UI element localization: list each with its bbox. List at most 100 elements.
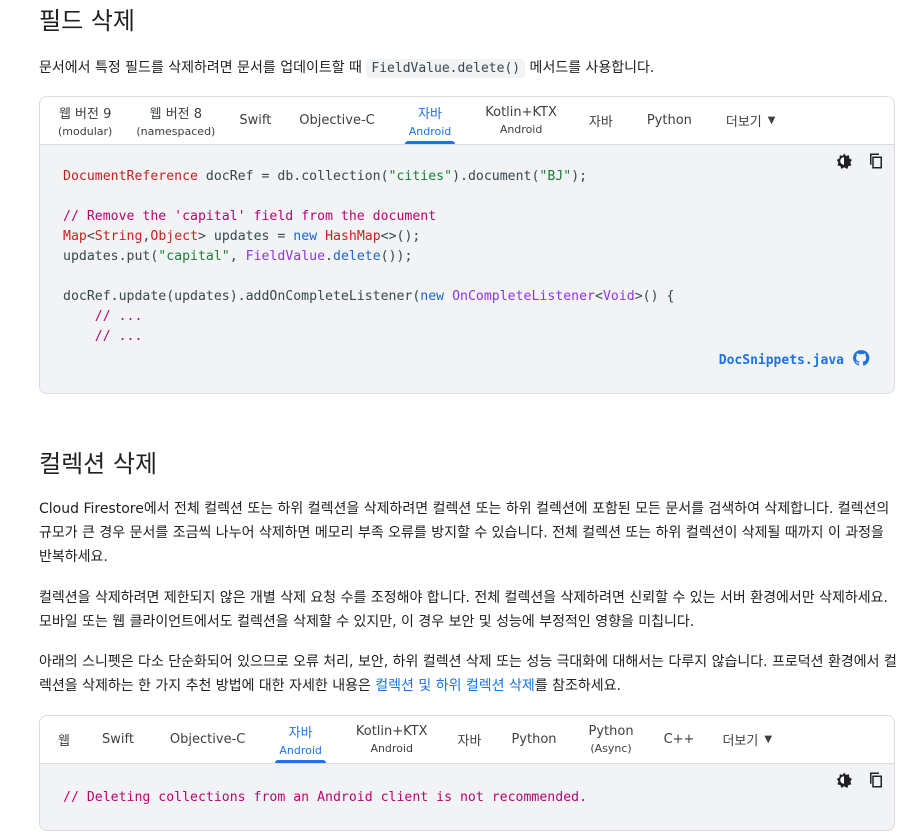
code-token: , bbox=[229, 249, 246, 264]
copy-icon[interactable] bbox=[866, 151, 886, 171]
code-token: "cities" bbox=[388, 169, 453, 184]
tab-label: 자바 bbox=[288, 726, 313, 741]
code-token: ()); bbox=[380, 249, 413, 264]
code-block: // Deleting collections from an Android … bbox=[40, 764, 894, 808]
description-text-end: 메서드를 사용합니다. bbox=[525, 60, 655, 76]
tab-sublabel: Android bbox=[370, 742, 413, 755]
tab-sublabel: Android bbox=[279, 744, 322, 757]
tab-web-v9[interactable]: 웹 버전 9 (modular) bbox=[46, 97, 124, 144]
source-file-link[interactable]: DocSnippets.java bbox=[719, 349, 870, 371]
tab-label: 자바 bbox=[588, 115, 613, 130]
tab-label: 웹 버전 8 bbox=[149, 107, 203, 122]
code-tools bbox=[834, 151, 886, 171]
tab-sublabel: Android bbox=[499, 123, 543, 136]
code-comment: // Deleting collections from an Android … bbox=[63, 790, 588, 805]
code-sample-delete-field: 웹 버전 9 (modular) 웹 버전 8 (namespaced) Swi… bbox=[39, 96, 895, 394]
code-token: HashMap bbox=[325, 229, 381, 244]
code-token: "capital" bbox=[158, 249, 230, 264]
code-token: Object bbox=[150, 229, 199, 244]
code-token: "BJ" bbox=[539, 169, 572, 184]
delete-field-description: 문서에서 특정 필드를 삭제하려면 문서를 업데이트할 때 FieldValue… bbox=[39, 56, 897, 81]
language-tabs: 웹 버전 9 (modular) 웹 버전 8 (namespaced) Swi… bbox=[40, 97, 894, 145]
tab-label: 자바 bbox=[457, 734, 482, 749]
tab-label: 자바 bbox=[418, 107, 442, 122]
code-tools bbox=[834, 770, 886, 790]
code-token: <>(); bbox=[380, 229, 421, 244]
delete-collection-paragraph-3: 아래의 스니펫은 다소 단순화되어 있으므로 오류 처리, 보안, 하위 컬렉션… bbox=[39, 650, 897, 698]
tab-label: Python bbox=[646, 113, 692, 128]
code-block: DocumentReference docRef = db.collection… bbox=[40, 145, 894, 347]
page: 필드 삭제 문서에서 특정 필드를 삭제하려면 문서를 업데이트할 때 Fiel… bbox=[0, 0, 917, 839]
github-icon bbox=[852, 349, 870, 371]
tab-cpp[interactable]: C++ bbox=[650, 716, 709, 763]
code-area: // Deleting collections from an Android … bbox=[40, 764, 894, 830]
tab-label: Swift bbox=[239, 113, 272, 128]
tab-sublabel: (modular) bbox=[58, 125, 113, 138]
code-token: < bbox=[86, 229, 95, 244]
tab-objective-c[interactable]: Objective-C bbox=[283, 97, 390, 144]
tab-label: Kotlin+KTX bbox=[355, 724, 428, 739]
code-token: >() { bbox=[634, 289, 675, 304]
caret-down-icon: ▼ bbox=[767, 115, 776, 126]
tab-java[interactable]: 자바 bbox=[444, 716, 496, 763]
code-token: OnCompleteListener bbox=[452, 289, 595, 304]
code-token: new bbox=[420, 289, 445, 304]
tab-sublabel: (namespaced) bbox=[136, 125, 216, 138]
tab-more-dropdown[interactable]: 더보기 ▼ bbox=[710, 97, 792, 144]
tab-objective-c[interactable]: Objective-C bbox=[154, 716, 261, 763]
tab-kotlin-ktx-android[interactable]: Kotlin+KTX Android bbox=[469, 97, 573, 144]
copy-icon[interactable] bbox=[866, 770, 886, 790]
dark-mode-icon[interactable] bbox=[834, 151, 854, 171]
code-area: DocumentReference docRef = db.collection… bbox=[40, 145, 894, 393]
inline-code-fieldvalue-delete: FieldValue.delete() bbox=[366, 59, 526, 78]
section-title-delete-field: 필드 삭제 bbox=[39, 7, 135, 35]
tab-python-async[interactable]: Python (Async) bbox=[573, 716, 650, 763]
tab-label: Kotlin+KTX bbox=[485, 105, 557, 120]
tab-label: Objective-C bbox=[169, 732, 246, 747]
link-delete-collections-guide[interactable]: 컬렉션 및 하위 컬렉션 삭제 bbox=[375, 678, 534, 694]
tab-label: Swift bbox=[101, 732, 134, 747]
code-token: updates.put( bbox=[63, 249, 159, 264]
code-token: > updates = bbox=[198, 229, 294, 244]
description-text: 문서에서 특정 필드를 삭제하려면 문서를 업데이트할 때 bbox=[39, 60, 367, 76]
caret-down-icon: ▼ bbox=[764, 734, 773, 745]
tab-python[interactable]: Python bbox=[629, 97, 710, 144]
source-file-name: DocSnippets.java bbox=[718, 352, 844, 368]
code-token: delete bbox=[333, 249, 381, 264]
delete-collection-paragraph-2: 컬렉션을 삭제하려면 제한되지 않은 개별 삭제 요청 수를 조정해야 합니다.… bbox=[39, 590, 888, 630]
tab-python[interactable]: Python bbox=[495, 716, 572, 763]
code-token: . bbox=[325, 249, 333, 264]
dark-mode-icon[interactable] bbox=[834, 770, 854, 790]
code-sample-delete-collection: 웹 Swift Objective-C 자바 Android Kotlin+KT… bbox=[39, 715, 895, 831]
code-token: new bbox=[293, 229, 318, 244]
tab-label: 더보기 bbox=[725, 115, 762, 130]
tab-swift[interactable]: Swift bbox=[82, 716, 154, 763]
tab-swift[interactable]: Swift bbox=[227, 97, 283, 144]
section-title-delete-collection: 컬렉션 삭제 bbox=[39, 450, 158, 478]
tab-label: Python bbox=[588, 724, 634, 739]
code-token: Void bbox=[602, 289, 635, 304]
code-token: Map bbox=[63, 229, 87, 244]
tab-label: 웹 bbox=[58, 734, 70, 749]
code-token: docRef.update(updates).addOnCompleteList… bbox=[63, 289, 421, 304]
code-comment: // ... bbox=[63, 329, 143, 344]
tab-more-dropdown[interactable]: 더보기 ▼ bbox=[708, 716, 786, 763]
tab-java[interactable]: 자바 bbox=[573, 97, 629, 144]
tab-label: 웹 버전 9 bbox=[58, 107, 112, 122]
tab-java-android[interactable]: 자바 Android bbox=[391, 97, 470, 144]
language-tabs: 웹 Swift Objective-C 자바 Android Kotlin+KT… bbox=[40, 716, 894, 764]
tab-java-android[interactable]: 자바 Android bbox=[261, 716, 340, 763]
tab-web[interactable]: 웹 bbox=[46, 716, 82, 763]
paragraph-text-end: 를 참조하세요. bbox=[534, 678, 621, 694]
code-comment: // Remove the 'capital' field from the d… bbox=[63, 209, 437, 224]
tab-label: Objective-C bbox=[299, 113, 375, 128]
code-token: String bbox=[94, 229, 143, 244]
code-token: ); bbox=[571, 169, 588, 184]
code-token: FieldValue bbox=[245, 249, 326, 264]
code-token: < bbox=[594, 289, 603, 304]
tab-web-v8[interactable]: 웹 버전 8 (namespaced) bbox=[124, 97, 227, 144]
tab-kotlin-ktx-android[interactable]: Kotlin+KTX Android bbox=[340, 716, 444, 763]
tab-sublabel: Android bbox=[408, 125, 452, 138]
